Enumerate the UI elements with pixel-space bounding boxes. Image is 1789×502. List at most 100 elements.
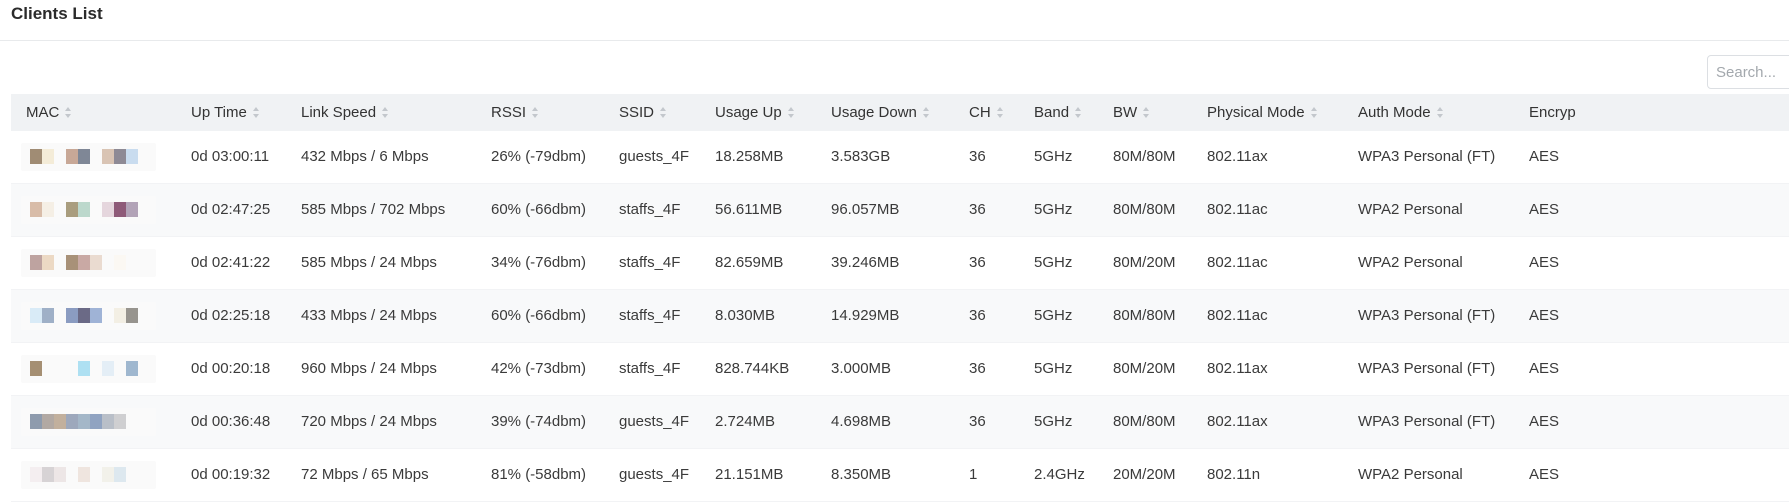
cell-link-speed: 960 Mbps / 24 Mbps: [301, 360, 437, 377]
table-row[interactable]: 0d 02:41:22 585 Mbps / 24 Mbps 34% (-76dbm…: [11, 237, 1789, 290]
cell-usage-down: 3.583GB: [831, 148, 891, 165]
cell-physical-mode: 802.11ac: [1207, 201, 1268, 218]
cell-auth-mode: WPA3 Personal (FT): [1358, 413, 1496, 430]
cell-ssid: staffs_4F: [619, 254, 681, 271]
cell-uptime: 0d 00:20:18: [191, 360, 271, 377]
column-header-rssi[interactable]: RSSI: [491, 94, 539, 131]
cell-auth-mode: WPA3 Personal (FT): [1358, 148, 1496, 165]
column-header-label: Usage Up: [715, 104, 782, 121]
sort-icon[interactable]: [922, 106, 930, 118]
column-header-label: RSSI: [491, 104, 527, 121]
sort-icon[interactable]: [787, 106, 795, 118]
table-row[interactable]: 0d 02:47:25 585 Mbps / 702 Mbps 60% (-66db…: [11, 184, 1789, 237]
column-header-usage-up[interactable]: Usage Up: [715, 94, 795, 131]
sort-icon[interactable]: [1436, 106, 1444, 118]
cell-ch: 36: [969, 413, 986, 430]
cell-link-speed: 433 Mbps / 24 Mbps: [301, 307, 437, 324]
cell-physical-mode: 802.11n: [1207, 466, 1261, 483]
mac-address-redacted: [21, 408, 156, 436]
column-header-bw[interactable]: BW: [1113, 94, 1150, 131]
column-header-label: Link Speed: [301, 104, 377, 121]
sort-icon[interactable]: [252, 106, 260, 118]
cell-link-speed: 585 Mbps / 24 Mbps: [301, 254, 437, 271]
column-header-mac[interactable]: MAC: [26, 94, 72, 131]
cell-ch: 36: [969, 148, 986, 165]
cell-link-speed: 432 Mbps / 6 Mbps: [301, 148, 429, 165]
cell-ssid: guests_4F: [619, 466, 690, 483]
cell-encryption: AES: [1529, 307, 1560, 324]
column-header-label: Physical Mode: [1207, 104, 1305, 121]
table-row[interactable]: 0d 03:00:11 432 Mbps / 6 Mbps 26% (-79dbm)…: [11, 131, 1789, 184]
column-header-label: Band: [1034, 104, 1070, 121]
cell-usage-up: 2.724MB: [715, 413, 776, 430]
sort-icon[interactable]: [1143, 106, 1150, 118]
cell-physical-mode: 802.11ac: [1207, 254, 1268, 271]
cell-uptime: 0d 03:00:11: [191, 148, 270, 165]
cell-auth-mode: WPA3 Personal (FT): [1358, 360, 1496, 377]
column-header-ch[interactable]: CH: [969, 94, 1004, 131]
column-header-band[interactable]: Band: [1034, 94, 1082, 131]
search-input[interactable]: [1707, 55, 1789, 89]
column-header-encryption[interactable]: Encryp: [1529, 94, 1576, 131]
sort-icon[interactable]: [996, 106, 1004, 118]
cell-usage-down: 3.000MB: [831, 360, 892, 377]
cell-bw: 80M/20M: [1113, 254, 1176, 271]
cell-bw: 20M/20M: [1113, 466, 1176, 483]
cell-ssid: staffs_4F: [619, 307, 681, 324]
table-row[interactable]: 0d 00:20:18 960 Mbps / 24 Mbps 42% (-73dbm…: [11, 343, 1789, 396]
cell-uptime: 0d 00:36:48: [191, 413, 271, 430]
cell-bw: 80M/20M: [1113, 360, 1176, 377]
cell-bw: 80M/80M: [1113, 201, 1176, 218]
column-header-usage-down[interactable]: Usage Down: [831, 94, 930, 131]
title-bar: Clients List: [0, 0, 1789, 41]
table-row[interactable]: 0d 02:25:18 433 Mbps / 24 Mbps 60% (-66dbm…: [11, 290, 1789, 343]
cell-encryption: AES: [1529, 466, 1560, 483]
sort-icon[interactable]: [1075, 106, 1082, 118]
column-header-link-speed[interactable]: Link Speed: [301, 94, 389, 131]
cell-usage-up: 82.659MB: [715, 254, 784, 271]
column-header-label: SSID: [619, 104, 655, 121]
table-body: 0d 03:00:11 432 Mbps / 6 Mbps 26% (-79dbm)…: [11, 131, 1789, 502]
sort-icon[interactable]: [382, 106, 389, 118]
cell-physical-mode: 802.11ax: [1207, 360, 1268, 377]
cell-usage-down: 4.698MB: [831, 413, 892, 430]
cell-band: 5GHz: [1034, 148, 1073, 165]
cell-usage-down: 96.057MB: [831, 201, 900, 218]
cell-ch: 36: [969, 254, 986, 271]
cell-band: 5GHz: [1034, 254, 1073, 271]
column-header-label: Auth Mode: [1358, 104, 1431, 121]
table-row[interactable]: 0d 00:36:48 720 Mbps / 24 Mbps 39% (-74dbm…: [11, 396, 1789, 449]
cell-bw: 80M/80M: [1113, 307, 1176, 324]
table-header: MAC Up Time Link Speed RSSI SSID Usage Up Usag…: [11, 94, 1789, 131]
cell-usage-down: 39.246MB: [831, 254, 900, 271]
cell-encryption: AES: [1529, 201, 1560, 218]
column-header-ssid[interactable]: SSID: [619, 94, 667, 131]
cell-link-speed: 72 Mbps / 65 Mbps: [301, 466, 429, 483]
cell-ch: 36: [969, 201, 986, 218]
sort-icon[interactable]: [65, 106, 72, 118]
sort-icon[interactable]: [532, 106, 539, 118]
cell-physical-mode: 802.11ac: [1207, 307, 1268, 324]
column-header-auth-mode[interactable]: Auth Mode: [1358, 94, 1444, 131]
cell-link-speed: 720 Mbps / 24 Mbps: [301, 413, 437, 430]
cell-ssid: guests_4F: [619, 413, 690, 430]
table-row[interactable]: 0d 00:19:32 72 Mbps / 65 Mbps 81% (-58dbm)…: [11, 449, 1789, 502]
cell-usage-up: 828.744KB: [715, 360, 790, 377]
cell-auth-mode: WPA2 Personal: [1358, 466, 1463, 483]
mac-address-redacted: [21, 355, 156, 383]
column-header-uptime[interactable]: Up Time: [191, 94, 260, 131]
cell-encryption: AES: [1529, 360, 1560, 377]
column-header-physical-mode[interactable]: Physical Mode: [1207, 94, 1318, 131]
column-header-label: Up Time: [191, 104, 247, 121]
cell-usage-down: 14.929MB: [831, 307, 900, 324]
cell-rssi: 39% (-74dbm): [491, 413, 587, 430]
sort-icon[interactable]: [660, 106, 667, 118]
cell-bw: 80M/80M: [1113, 413, 1176, 430]
cell-rssi: 81% (-58dbm): [491, 466, 587, 483]
cell-encryption: AES: [1529, 148, 1560, 165]
cell-uptime: 0d 02:47:25: [191, 201, 271, 218]
sort-icon[interactable]: [1310, 106, 1318, 118]
column-header-label: Usage Down: [831, 104, 917, 121]
cell-uptime: 0d 02:25:18: [191, 307, 271, 324]
column-header-label: BW: [1113, 104, 1138, 121]
